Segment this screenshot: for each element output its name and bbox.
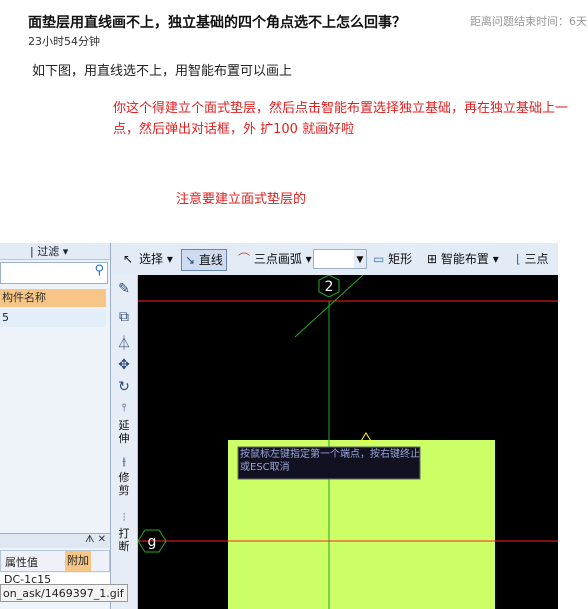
three-point-icon: ⌊ — [516, 252, 521, 266]
list-item[interactable]: 5 — [0, 309, 106, 327]
trim-button[interactable]: 修剪 — [115, 471, 133, 497]
arc-button[interactable]: ⌒ 三点画弧 ▾ — [238, 249, 312, 269]
arc-icon: ⌒ — [238, 252, 251, 266]
answer-note: 注意要建立面式垫层的 — [176, 192, 307, 207]
hint-text: 按鼠标左键指定第一个端点，按右键终止或ESC取消 — [240, 449, 420, 473]
move-icon[interactable]: ✥ — [113, 357, 135, 373]
props-titlebar: ᗑ ✕ — [0, 533, 110, 548]
axis-label-top: 2 — [325, 279, 334, 295]
column-header[interactable]: 构件名称 — [0, 289, 106, 307]
smart-layout-button[interactable]: ⊞ 智能布置 ▾ — [427, 249, 499, 269]
answer-text: 你这个得建立个面式垫层，然后点击智能布置选择独立基础，再在独立基础上一点，然后弹… — [113, 101, 569, 137]
line-icon: ↘ — [185, 253, 196, 267]
embedded-screenshot: | 过滤 ▾ ⚲ 构件名称 5 ᗑ ✕ 属性值 附加 DC-1c15 ↖ 选择 … — [0, 243, 558, 609]
time-remaining: 距离问题结束时间：6天 — [470, 15, 587, 28]
break-button[interactable]: 打断 — [115, 527, 133, 553]
question-title: 面垫层用直线画不上，独立基础的四个角点选不上怎么回事？ — [28, 15, 406, 31]
search-icon[interactable]: ⚲ — [94, 263, 104, 278]
question-body: 如下图，用直线选不上，用智能布置可以画上 — [32, 64, 293, 79]
axis-label-left: g — [148, 534, 157, 550]
select-button[interactable]: 选择 ▾ — [139, 249, 173, 269]
three-point-button[interactable]: ⌊ 三点 — [516, 249, 549, 269]
search-input[interactable]: ⚲ — [0, 262, 108, 284]
pin-close-icons[interactable]: ᗑ ✕ — [85, 534, 106, 545]
filter-bar[interactable]: | 过滤 ▾ — [0, 243, 110, 260]
trim-icon[interactable]: ⫲ — [113, 455, 135, 469]
break-icon[interactable]: ⫶ — [113, 511, 135, 525]
url-tooltip: on_ask/1469397_1.gif — [0, 584, 128, 602]
mirror-icon[interactable]: ⏃ — [113, 333, 135, 353]
rect-icon: ▭ — [373, 252, 385, 266]
extend-button[interactable]: 延伸 — [115, 419, 133, 445]
component-panel: | 过滤 ▾ ⚲ 构件名称 5 ᗑ ✕ 属性值 附加 DC-1c15 — [0, 243, 111, 609]
edit-toolbar: ✎ ⧉ ⏃ ✥ ↻ ⫯ 延伸 ⫲ 修剪 ⫶ 打断 — [111, 275, 138, 609]
drawing-canvas[interactable]: 2 g 按鼠标左键指定第一个端点，按右键终止或ESC取消 — [138, 275, 558, 609]
line-button[interactable]: ↘ 直线 — [181, 249, 227, 271]
props-col-extra: 附加 — [65, 551, 91, 571]
props-header: 属性值 附加 — [0, 550, 110, 572]
filter-label: | 过滤 ▾ — [30, 245, 69, 258]
props-col-value: 属性值 — [5, 556, 38, 569]
rotate-icon[interactable]: ↻ — [113, 379, 135, 395]
shape-dropdown[interactable]: ▼ — [313, 249, 367, 269]
extend-icon[interactable]: ⫯ — [113, 401, 135, 415]
smart-icon: ⊞ — [427, 252, 438, 266]
post-time: 23小时54分钟 — [28, 35, 100, 48]
top-toolbar: ↖ 选择 ▾ ↘ 直线 ⌒ 三点画弧 ▾ ▼ ▭ 矩形 ⊞ 智能布置 ▾ ⌊ 三… — [111, 243, 558, 276]
rect-button[interactable]: ▭ 矩形 — [373, 249, 412, 269]
chevron-down-icon: ▼ — [354, 250, 366, 268]
copy-icon[interactable]: ⧉ — [113, 309, 135, 325]
pointer-icon[interactable]: ↖ — [123, 249, 133, 269]
brush-icon[interactable]: ✎ — [113, 281, 135, 297]
